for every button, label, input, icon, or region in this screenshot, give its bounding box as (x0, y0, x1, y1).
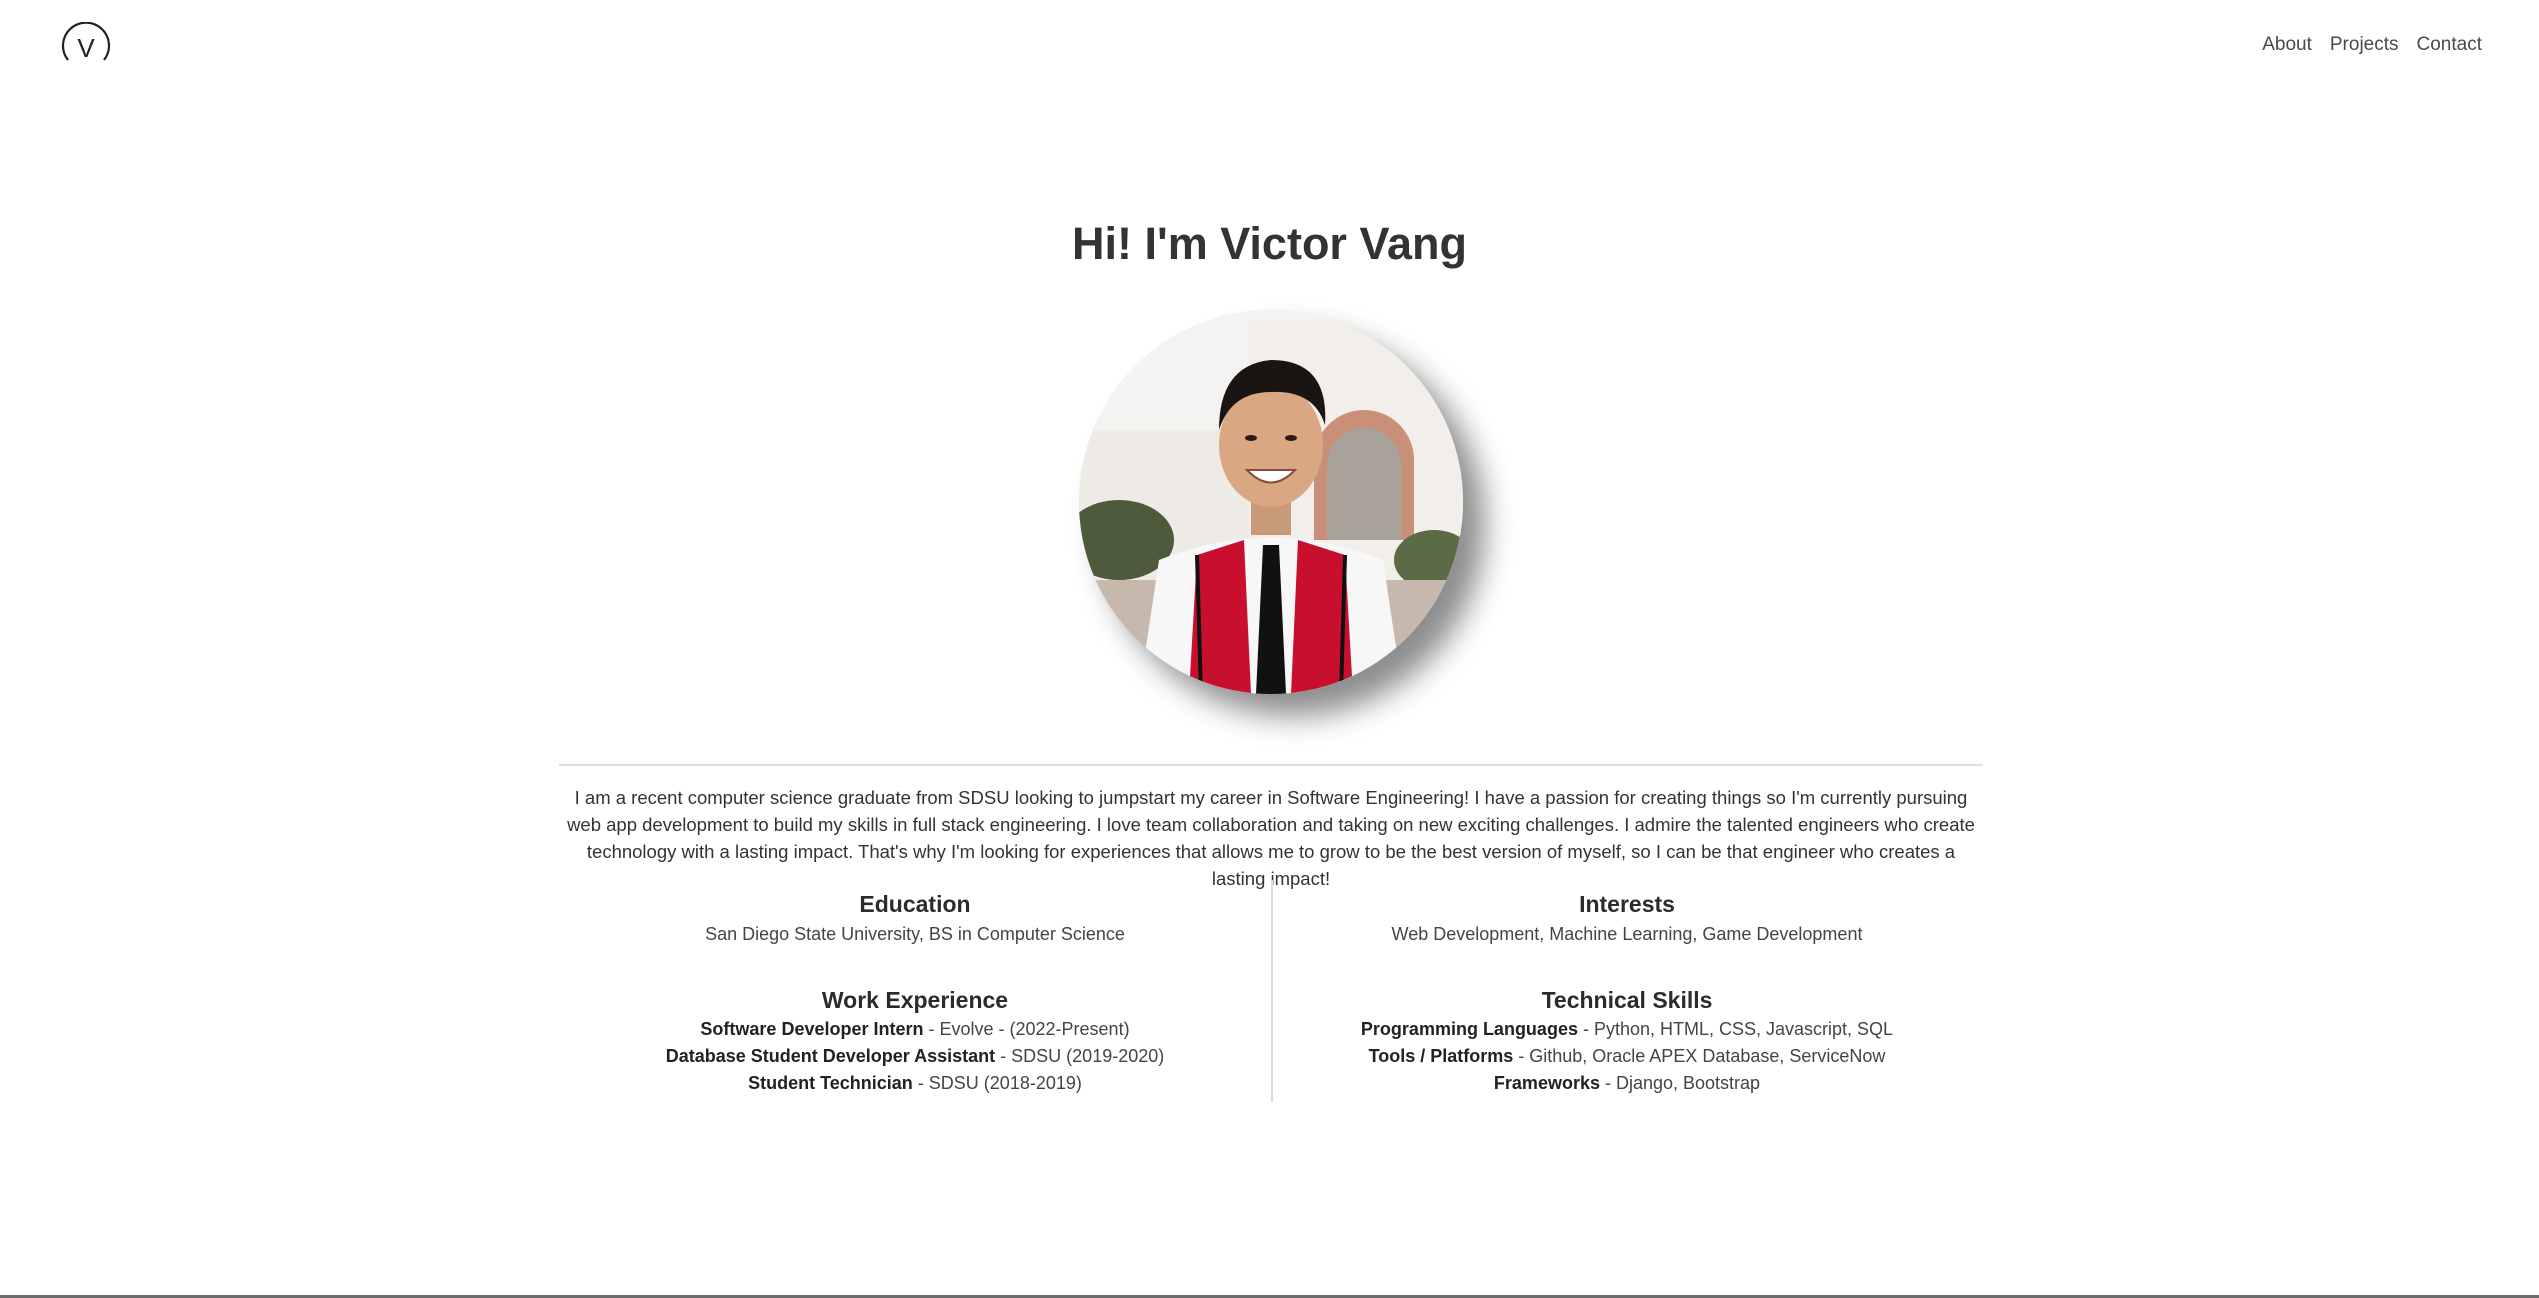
right-column: Interests Web Development, Machine Learn… (1271, 880, 1983, 1097)
work-detail: - SDSU (2018-2019) (912, 1073, 1082, 1093)
skill-item: Programming Languages - Python, HTML, CS… (1271, 1016, 1983, 1043)
work-item: Student Technician - SDSU (2018-2019) (559, 1070, 1271, 1097)
page-title: Hi! I'm Victor Vang (1072, 218, 1467, 269)
logo[interactable]: V (60, 21, 112, 72)
nav-about[interactable]: About (2262, 34, 2312, 56)
skill-detail: - Python, HTML, CSS, Javascript, SQL (1577, 1019, 1894, 1039)
section-divider (559, 764, 1983, 766)
logo-letter: V (77, 33, 95, 63)
work-experience-title: Work Experience (821, 987, 1009, 1013)
nav-projects[interactable]: Projects (2330, 34, 2399, 56)
work-item: Database Student Developer Assistant - S… (559, 1043, 1271, 1070)
skill-label: Frameworks (1493, 1073, 1600, 1093)
profile-photo-icon (1079, 310, 1463, 694)
nav-contact[interactable]: Contact (2417, 34, 2482, 56)
interests-text: Web Development, Machine Learning, Game … (1391, 924, 1863, 944)
interests-title: Interests (1579, 891, 1675, 917)
skill-item: Frameworks - Django, Bootstrap (1271, 1070, 1983, 1097)
work-role: Software Developer Intern (700, 1019, 924, 1039)
education-text: San Diego State University, BS in Comput… (705, 924, 1125, 944)
work-role: Database Student Developer Assistant (665, 1046, 996, 1066)
skill-detail: - Github, Oracle APEX Database, ServiceN… (1513, 1046, 1886, 1066)
work-item: Software Developer Intern - Evolve - (20… (559, 1016, 1271, 1043)
education-title: Education (859, 891, 971, 917)
work-detail: - Evolve - (2022-Present) (923, 1019, 1130, 1039)
work-role: Student Technician (748, 1073, 913, 1093)
skill-item: Tools / Platforms - Github, Oracle APEX … (1271, 1043, 1983, 1070)
main-nav: About Projects Contact (2262, 34, 2482, 56)
left-column: Education San Diego State University, BS… (559, 880, 1271, 1097)
skill-label: Programming Languages (1360, 1019, 1578, 1039)
skill-detail: - Django, Bootstrap (1599, 1073, 1761, 1093)
bio-text: I am a recent computer science graduate … (567, 787, 1975, 889)
work-detail: - SDSU (2019-2020) (995, 1046, 1165, 1066)
skill-label: Tools / Platforms (1368, 1046, 1514, 1066)
page: V About Projects Contact Hi! I'm Victor … (0, 0, 2539, 1298)
logo-icon: V (61, 21, 111, 63)
profile-photo (1079, 310, 1463, 694)
technical-skills-title: Technical Skills (1541, 987, 1713, 1013)
